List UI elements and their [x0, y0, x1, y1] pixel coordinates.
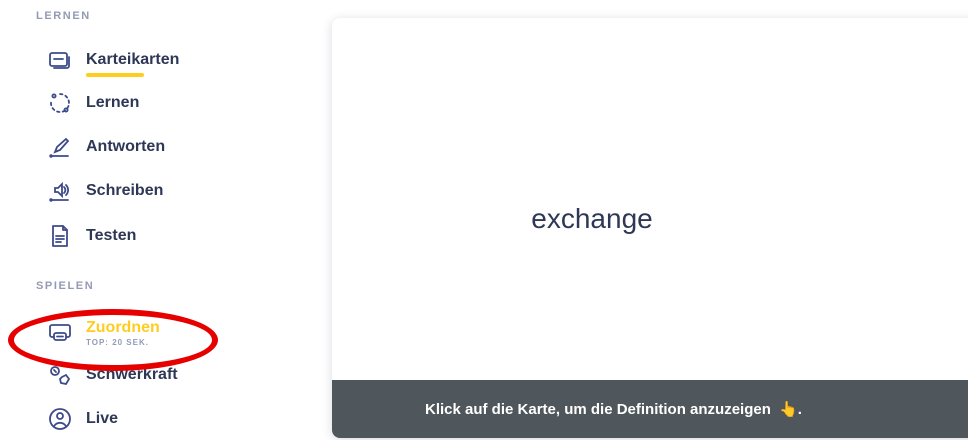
sidebar-item-live[interactable]: Live [48, 404, 118, 434]
sidebar-item-label: Schreiben [86, 182, 164, 199]
flashcard-hint-text: Klick auf die Karte, um die Definition a… [425, 401, 771, 418]
section-label-play: SPIELEN [36, 280, 95, 292]
sidebar-item-label: Karteikarten [86, 51, 180, 68]
write-pen-icon [48, 135, 72, 159]
sidebar-item-label: Live [86, 410, 119, 427]
sidebar-item-test[interactable]: Testen [48, 221, 136, 251]
flashcard-hint-period: . [797, 401, 802, 418]
speaker-spell-icon [48, 179, 72, 203]
active-tab-underline [86, 73, 144, 77]
match-cards-icon [48, 321, 72, 345]
sidebar-item-label: Antworten [86, 138, 166, 155]
flashcard-footer: Klick auf die Karte, um die Definition a… [332, 380, 968, 438]
sidebar-item-label: Testen [86, 227, 137, 244]
sidebar-item-label: Lernen [86, 94, 140, 111]
gravity-icon [48, 363, 72, 387]
sidebar-item-match[interactable]: Zuordnen TOP: 20 SEK. [48, 318, 160, 348]
sidebar-item-flashcards[interactable]: Karteikarten [48, 45, 180, 77]
sidebar-item-gravity[interactable]: Schwerkraft [48, 360, 178, 390]
best-time-label: TOP: 20 SEK. [86, 338, 149, 347]
sidebar-item-learn[interactable]: Lernen [48, 88, 139, 118]
sidebar-item-spell[interactable]: Schreiben [48, 176, 163, 206]
live-people-icon [48, 407, 72, 431]
flashcards-icon [48, 48, 72, 72]
test-document-icon [48, 224, 72, 248]
flashcard-term: exchange [531, 203, 653, 234]
sidebar-item-label: Zuordnen [86, 319, 160, 336]
section-label-learn: LERNEN [36, 10, 91, 22]
flashcard[interactable]: exchange Klick auf die Karte, um die Def… [332, 18, 968, 438]
pointing-hand-icon: 👆 [779, 401, 798, 418]
sidebar-item-answer[interactable]: Antworten [48, 132, 165, 162]
learn-cycle-icon [48, 91, 72, 115]
sidebar-item-label: Schwerkraft [86, 366, 178, 383]
flashcard-hint: Klick auf die Karte, um die Definition a… [425, 400, 802, 418]
